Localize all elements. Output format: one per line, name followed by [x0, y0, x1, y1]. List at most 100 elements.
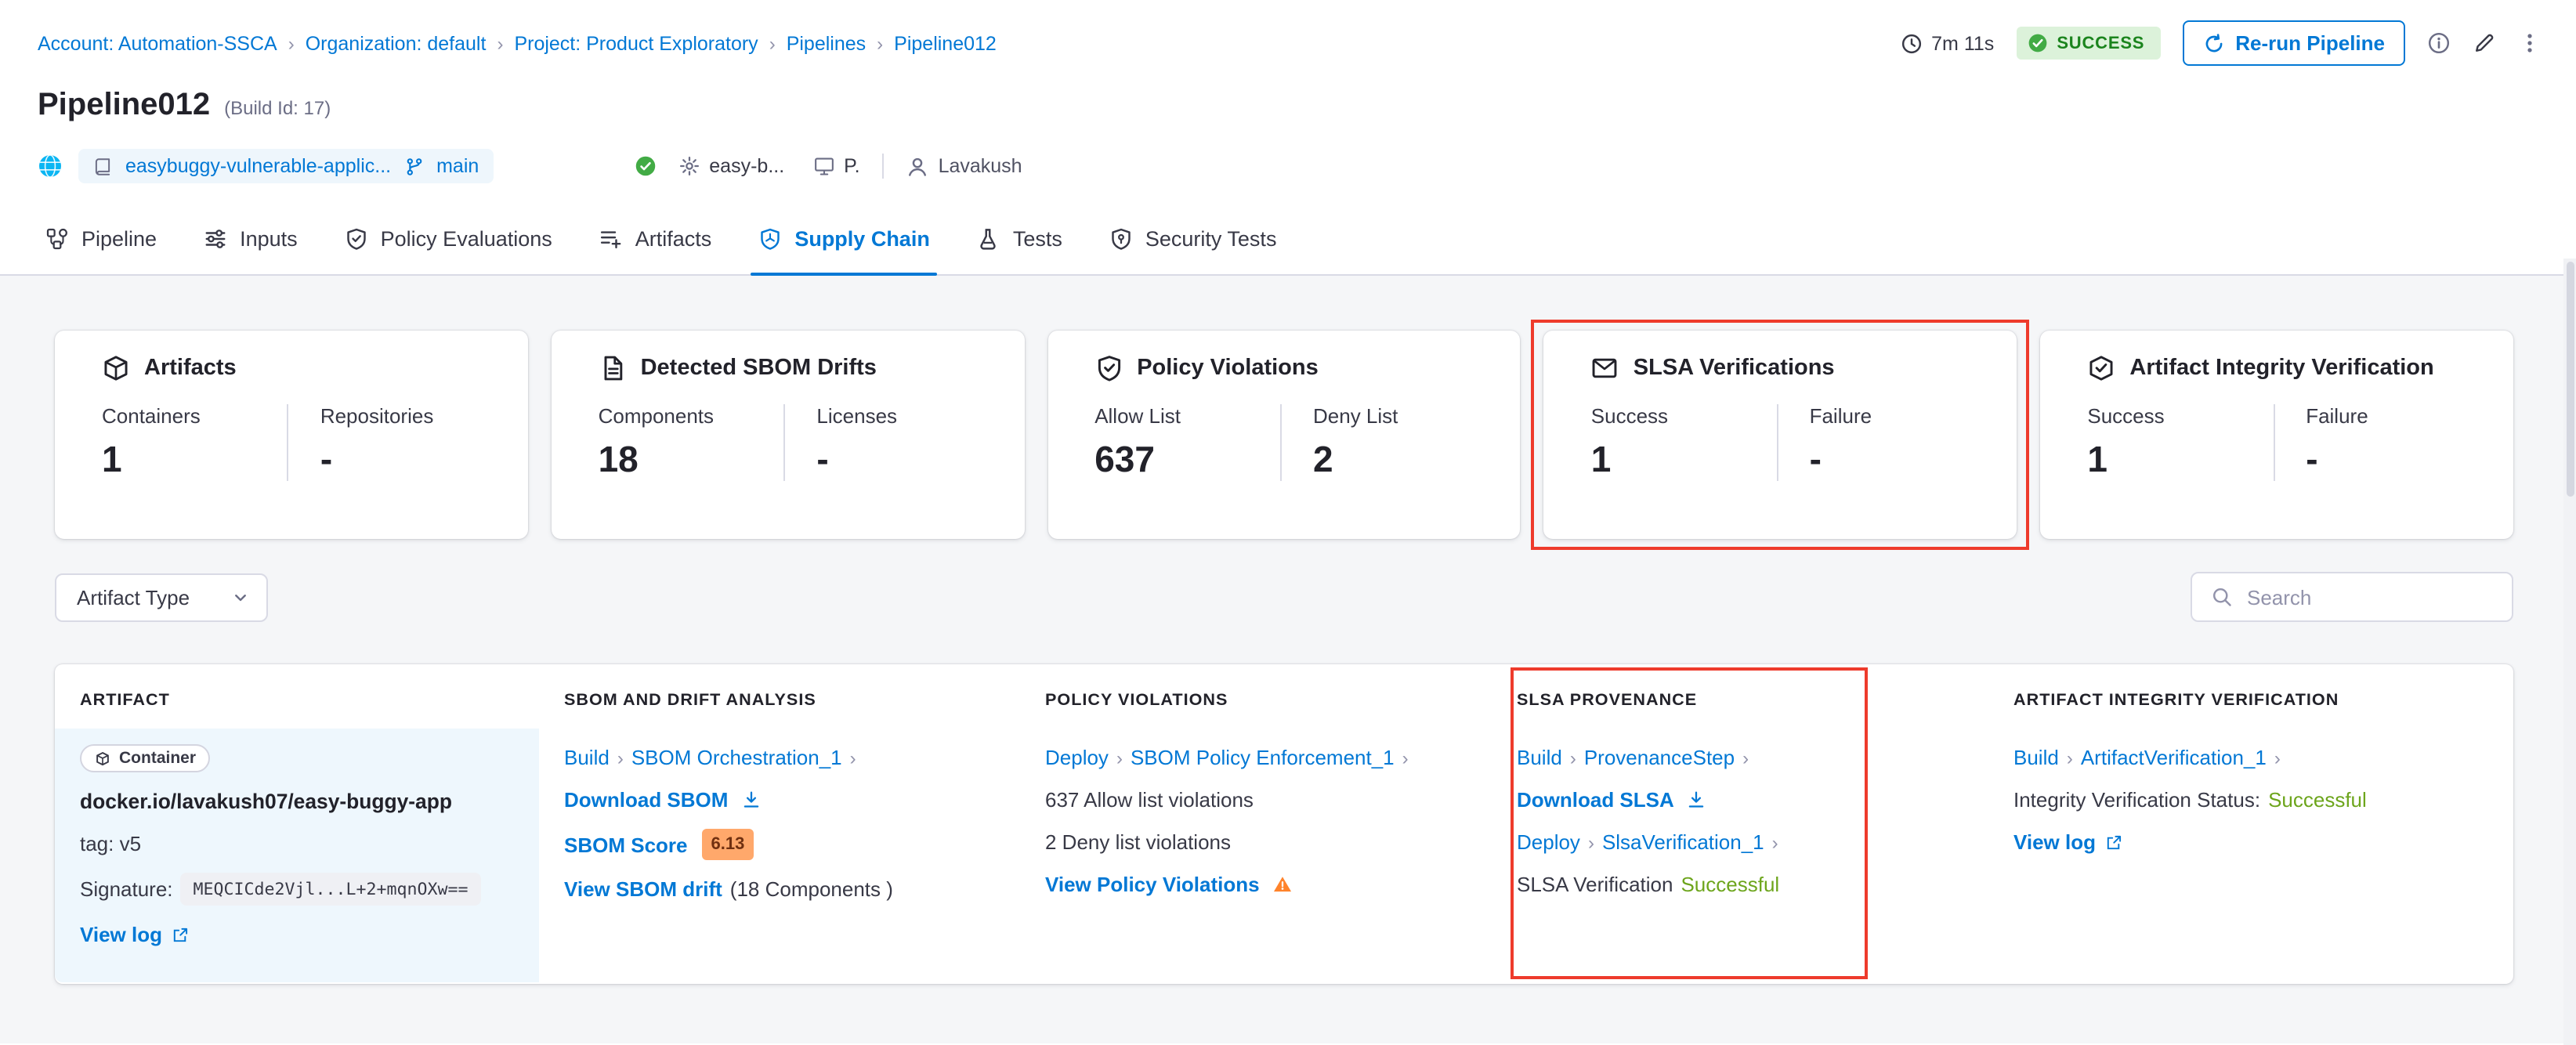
stage-link[interactable]: Deploy	[1517, 829, 1580, 855]
column-header-slsa: SLSA PROVENANCE	[1517, 691, 1698, 710]
download-sbom-link[interactable]: Download SBOM	[564, 786, 728, 813]
chevron-down-icon	[230, 587, 251, 607]
vertical-scrollbar[interactable]	[2563, 259, 2576, 1045]
repository-icon	[92, 156, 113, 176]
environment-icon	[812, 155, 834, 177]
search-input[interactable]	[2247, 585, 2493, 609]
breadcrumb-pipeline012[interactable]: Pipeline012	[894, 32, 997, 54]
user-icon	[906, 154, 929, 178]
sbom-score-link[interactable]: SBOM Score	[564, 831, 688, 858]
topbar-actions: 7m 11s SUCCESS Re-run Pipeline	[1900, 20, 2542, 66]
title-row: Pipeline012 (Build Id: 17)	[0, 66, 2576, 124]
rerun-pipeline-button[interactable]: Re-run Pipeline	[2182, 20, 2405, 66]
card-head: Policy Violations	[1094, 354, 1499, 382]
search-box[interactable]	[2191, 572, 2513, 622]
breadcrumb-separator: ›	[769, 32, 776, 54]
success-check-icon	[2027, 33, 2047, 53]
breadcrumb-project[interactable]: Project: Product Exploratory	[514, 32, 758, 54]
pipeline-duration: 7m 11s	[1900, 32, 1994, 54]
more-options-button[interactable]	[2518, 31, 2542, 55]
breadcrumb-separator: ›	[497, 32, 504, 54]
tab-inputs[interactable]: Inputs	[180, 202, 321, 274]
cell-slsa-provenance: Build › ProvenanceStep › Download SLSA D…	[1492, 729, 1988, 982]
step-link[interactable]: ProvenanceStep	[1584, 744, 1735, 771]
service-item[interactable]: easy-b...	[678, 155, 784, 177]
build-id: (Build Id: 17)	[224, 97, 331, 119]
step-link[interactable]: SlsaVerification_1	[1602, 829, 1764, 855]
environment-item[interactable]: P.	[812, 155, 860, 177]
artifacts-list-icon	[599, 226, 623, 250]
artifact-image-name: docker.io/lavakush07/easy-buggy-app	[80, 790, 452, 813]
repository-link[interactable]: easybuggy-vulnerable-applic...	[125, 155, 391, 177]
drift-components-count: (18 Components )	[729, 877, 893, 901]
metric-containers: Containers 1	[102, 404, 201, 479]
metric-licenses: Licenses -	[783, 404, 1002, 481]
metric-integrity-failure: Failure -	[2273, 404, 2491, 481]
tab-label: Security Tests	[1145, 226, 1277, 250]
stage-link[interactable]: Deploy	[1045, 744, 1109, 771]
tab-label: Inputs	[240, 226, 298, 250]
column-header-sbom: SBOM AND DRIFT ANALYSIS	[564, 691, 816, 710]
tab-pipeline[interactable]: Pipeline	[22, 202, 180, 274]
branch-link[interactable]: main	[436, 155, 479, 177]
page-title: Pipeline012	[38, 88, 211, 122]
card-title: SLSA Verifications	[1633, 356, 1835, 381]
tab-supply-chain[interactable]: Supply Chain	[735, 202, 953, 276]
scrollbar-thumb[interactable]	[2566, 262, 2574, 497]
git-branch-icon	[403, 156, 424, 176]
triggered-by-user[interactable]: Lavakush	[906, 154, 1022, 178]
tab-policy-evaluations[interactable]: Policy Evaluations	[321, 202, 576, 274]
tab-tests[interactable]: Tests	[953, 202, 1086, 274]
metric-components: Components 18	[598, 404, 715, 479]
view-sbom-drift-link[interactable]: View SBOM drift	[564, 876, 722, 902]
stage-link[interactable]: Build	[1517, 744, 1562, 771]
download-slsa-link[interactable]: Download SLSA	[1517, 786, 1674, 813]
breadcrumb-organization[interactable]: Organization: default	[306, 32, 487, 54]
metric-allow-list: Allow List 637	[1094, 404, 1181, 479]
document-icon	[599, 354, 627, 382]
step-link[interactable]: SBOM Policy Enforcement_1	[1131, 744, 1395, 771]
download-icon	[1687, 790, 1707, 810]
sbom-step-crumbs: Build › SBOM Orchestration_1 ›	[564, 744, 856, 771]
slsa-verification-crumbs: Deploy › SlsaVerification_1 ›	[1517, 829, 1778, 855]
service-label: easy-b...	[709, 155, 785, 177]
cell-artifact-integrity: Build › ArtifactVerification_1 › Integri…	[1988, 729, 2513, 982]
card-artifacts: Artifacts Containers 1 Repositories -	[55, 331, 528, 539]
allow-list-violations: 637 Allow list violations	[1045, 788, 1254, 812]
metric-integrity-success: Success 1	[2087, 404, 2165, 479]
metric-deny-list: Deny List 2	[1280, 404, 1499, 481]
duration-text: 7m 11s	[1931, 32, 1995, 54]
status-badge: SUCCESS	[2016, 27, 2161, 60]
step-link[interactable]: SBOM Orchestration_1	[631, 744, 842, 771]
tab-bar: Pipeline Inputs Policy Evaluations Artif…	[0, 202, 2576, 276]
artifact-signature: Signature: MEQCICde2Vjl...L+2+mqnOXw==	[80, 873, 481, 906]
artifact-type-dropdown[interactable]: Artifact Type	[55, 573, 269, 621]
breadcrumb-account[interactable]: Account: Automation-SSCA	[38, 32, 277, 54]
tab-security-tests[interactable]: Security Tests	[1086, 202, 1301, 274]
signature-label: Signature:	[80, 877, 173, 901]
step-link[interactable]: ArtifactVerification_1	[2081, 744, 2267, 771]
view-log-line: View log	[2013, 829, 2122, 855]
stage-link[interactable]: Build	[2013, 744, 2059, 771]
rerun-label: Re-run Pipeline	[2235, 31, 2385, 55]
info-button[interactable]	[2427, 31, 2451, 55]
card-head: Artifacts	[102, 354, 506, 382]
tab-artifacts[interactable]: Artifacts	[576, 202, 736, 274]
view-log-link[interactable]: View log	[80, 921, 162, 948]
card-artifact-integrity: Artifact Integrity Verification Success …	[2040, 331, 2513, 539]
column-header-policy: POLICY VIOLATIONS	[1045, 691, 1228, 710]
card-title: Detected SBOM Drifts	[640, 356, 877, 381]
view-log-link[interactable]: View log	[2013, 829, 2096, 855]
stage-link[interactable]: Build	[564, 744, 610, 771]
external-link-icon	[170, 925, 189, 944]
artifact-type-label: Artifact Type	[77, 585, 190, 609]
breadcrumb-separator: ›	[288, 32, 295, 54]
shield-check-icon	[1094, 354, 1123, 382]
artifacts-table: ARTIFACT SBOM AND DRIFT ANALYSIS POLICY …	[55, 664, 2513, 984]
repo-branch-pill: easybuggy-vulnerable-applic... main	[78, 149, 494, 183]
edit-pipeline-button[interactable]	[2473, 31, 2496, 55]
breadcrumb-pipelines[interactable]: Pipelines	[787, 32, 866, 54]
slsa-provenance-crumbs: Build › ProvenanceStep ›	[1517, 744, 1749, 771]
view-policy-violations-link[interactable]: View Policy Violations	[1045, 871, 1260, 898]
slsa-verification-status: SLSA Verification Successful	[1517, 873, 1780, 896]
